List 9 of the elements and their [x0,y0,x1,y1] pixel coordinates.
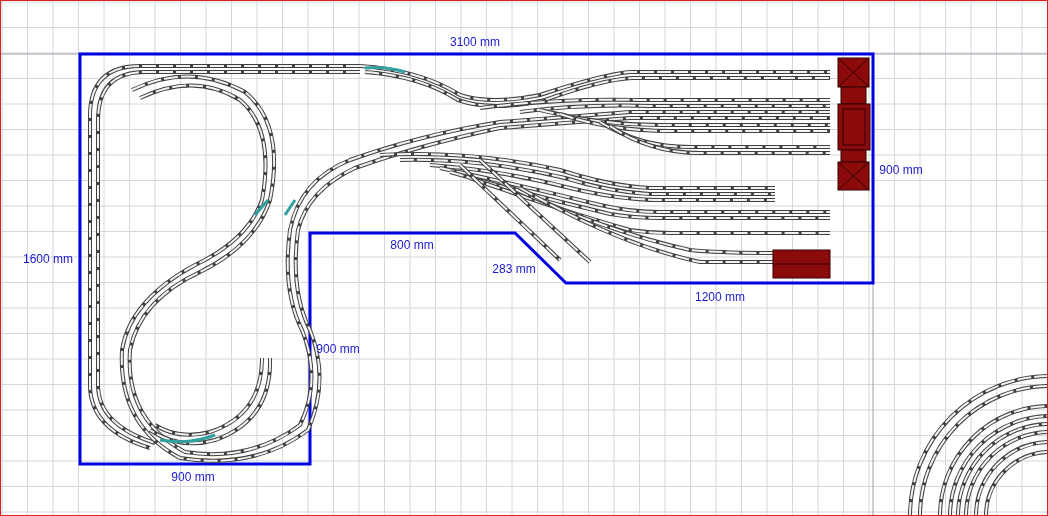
dimension-label: 1200 mm [695,290,745,304]
dimension-label: 900 mm [171,470,215,484]
dimension-label: 3100 mm [450,35,500,49]
dimension-label: 283 mm [492,262,536,276]
shed-building-drawing [772,249,831,279]
dimension-label: 900 mm [879,163,923,177]
dimension-label: 900 mm [316,342,360,356]
dimension-label: 1600 mm [23,252,73,266]
dimension-label: 800 mm [390,238,434,252]
